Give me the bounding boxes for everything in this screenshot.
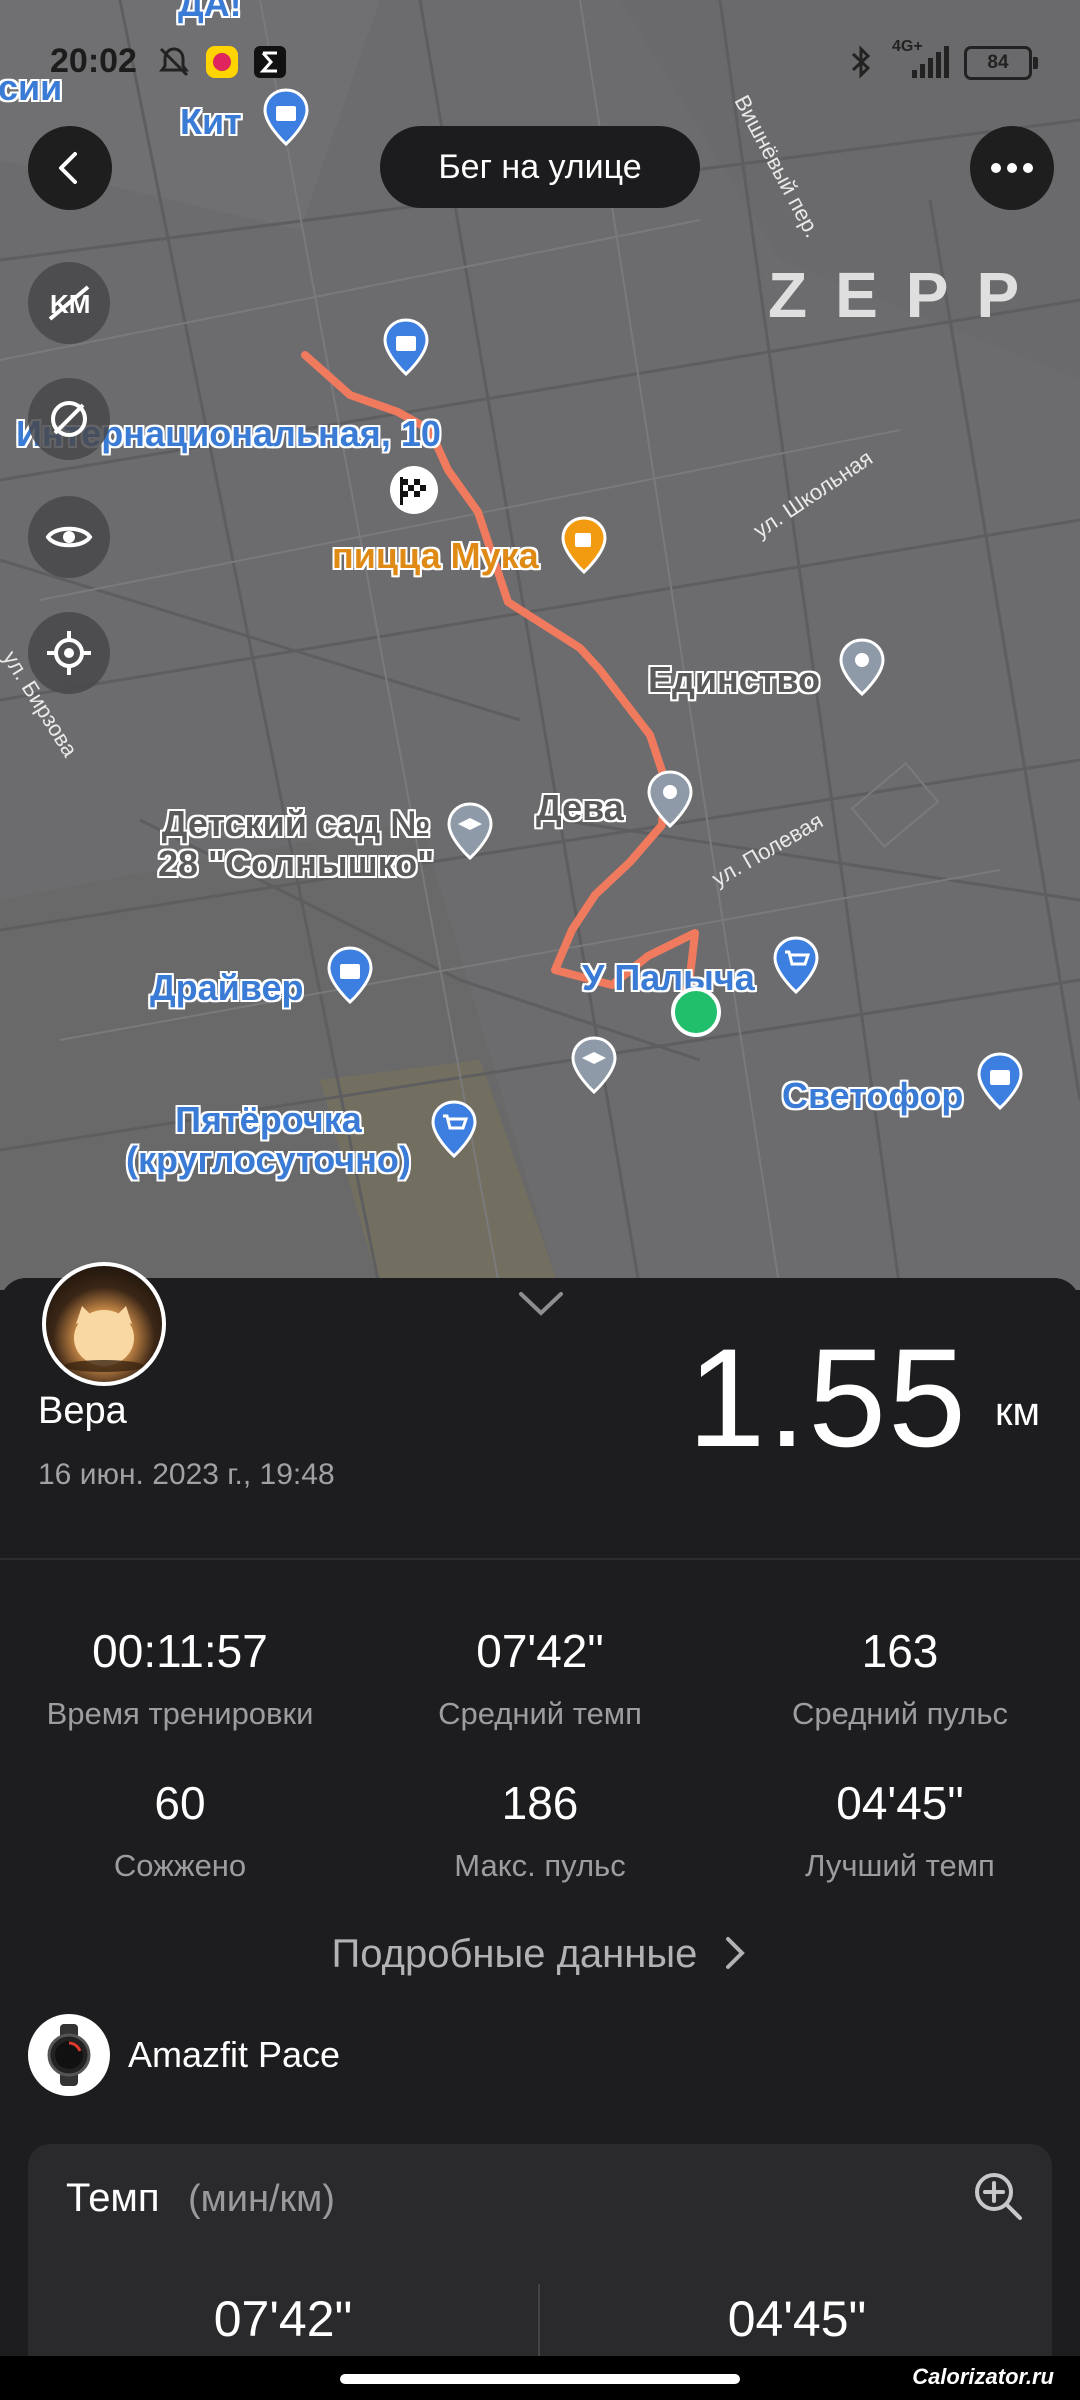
locate-icon	[47, 631, 91, 675]
music-app-icon	[206, 46, 238, 78]
cart-pin-icon	[773, 936, 819, 994]
avatar[interactable]	[42, 1262, 166, 1386]
workout-type-title: Бег на улице	[380, 126, 700, 208]
stat-value: 163	[861, 1625, 939, 1677]
poi-svetofor[interactable]: Светофор	[782, 1076, 963, 1116]
device-name: Amazfit Pace	[128, 2034, 341, 2075]
stat-value: 07'42"	[476, 1625, 604, 1677]
stat-avg-pace: 07'42" Средний темп	[360, 1624, 720, 1732]
divider	[0, 1558, 1080, 1560]
more-dots-icon	[991, 163, 1033, 173]
poi-kindergarten[interactable]: Детский сад № 28 "Солнышко"	[158, 804, 434, 884]
zepp-logo: ZEPP	[768, 259, 1048, 331]
battery-icon: 84	[964, 46, 1038, 80]
distance-value: 1.55	[687, 1319, 968, 1476]
shop-pin-icon	[977, 1052, 1023, 1110]
toggle-view-button[interactable]	[28, 496, 110, 578]
place-pin-icon	[647, 770, 693, 828]
stat-value: 00:11:57	[92, 1625, 268, 1677]
stat-value: 60	[154, 1777, 206, 1829]
cat-lamp-avatar-icon	[64, 1306, 144, 1372]
status-bar: 20:02 4G+ 84	[0, 34, 1080, 94]
collapse-chevron-icon[interactable]	[518, 1290, 564, 1318]
stat-label: Средний темп	[438, 1696, 642, 1731]
watch-face-icon	[47, 2024, 91, 2086]
device-watch-icon	[28, 2014, 110, 2096]
home-indicator[interactable]	[340, 2374, 740, 2384]
stat-value: 186	[501, 1777, 579, 1829]
route-map[interactable]: ДА! сии Кит Интернациональная, 10 пицца …	[0, 0, 1080, 1290]
map-label-top: ДА!	[178, 0, 242, 24]
zoom-in-icon[interactable]	[970, 2168, 1026, 2224]
cart-pin-icon	[431, 1100, 477, 1158]
start-flag-icon	[390, 466, 438, 514]
status-time: 20:02	[50, 42, 137, 80]
distance-unit: км	[995, 1390, 1040, 1434]
stat-max-heart-rate: 186 Макс. пульс	[360, 1776, 720, 1884]
shop-pin-icon	[327, 946, 373, 1004]
stat-label: Макс. пульс	[454, 1848, 626, 1883]
site-watermark: Calorizator.ru	[912, 2364, 1054, 2389]
toggle-route-button[interactable]	[28, 378, 110, 460]
poi-drayver[interactable]: Драйвер	[150, 968, 303, 1008]
stat-best-pace: 04'45" Лучший темп	[720, 1776, 1080, 1884]
back-button[interactable]	[28, 126, 112, 210]
user-name: Вера	[38, 1390, 127, 1432]
bell-muted-icon	[159, 47, 189, 77]
sigma-app-icon	[254, 46, 286, 78]
bluetooth-icon	[851, 45, 871, 79]
km-markers-hidden-icon: KM	[48, 285, 90, 321]
poi-kit[interactable]: Кит	[180, 102, 242, 142]
detailed-data-label: Подробные данные	[331, 1932, 698, 1976]
signal-icon	[912, 46, 949, 78]
poi-pizza-muka[interactable]: пицца Мука	[332, 536, 539, 576]
shop-pin-icon	[383, 318, 429, 376]
cafe-pin-icon	[561, 516, 607, 574]
hide-route-icon	[51, 401, 87, 437]
pace-best-value: 04'45"	[727, 2291, 867, 2347]
stat-label: Сожжено	[113, 1848, 247, 1883]
pace-average-value: 07'42"	[213, 2291, 353, 2347]
shop-pin-icon	[263, 88, 309, 146]
stat-avg-heart-rate: 163 Средний пульс	[720, 1624, 1080, 1732]
stat-label: Средний пульс	[792, 1696, 1008, 1731]
locate-button[interactable]	[28, 612, 110, 694]
place-pin-icon	[839, 638, 885, 696]
toggle-km-markers-button[interactable]: KM	[28, 262, 110, 344]
poi-edinstvo[interactable]: Единство	[648, 660, 820, 700]
school-pin-icon	[447, 802, 493, 860]
detailed-data-link[interactable]: Подробные данные	[0, 1932, 1080, 1977]
poi-u-palycha[interactable]: У Палыча	[582, 958, 755, 998]
stat-label: Время тренировки	[46, 1696, 314, 1731]
workout-date: 16 июн. 2023 г., 19:48	[38, 1458, 335, 1491]
poi-pyaterochka[interactable]: Пятёрочка (круглосуточно)	[126, 1100, 411, 1180]
eye-icon	[45, 526, 93, 548]
pace-title: Темп	[66, 2176, 160, 2220]
stat-calories: 60 Сожжено	[0, 1776, 360, 1884]
pace-unit: (мин/км)	[188, 2178, 335, 2220]
chevron-right-icon	[726, 1937, 746, 1969]
poi-deva[interactable]: Дева	[536, 788, 624, 828]
stat-label: Лучший темп	[805, 1848, 995, 1883]
back-arrow-icon	[59, 152, 77, 184]
stat-value: 04'45"	[836, 1777, 964, 1829]
end-marker-icon	[671, 987, 721, 1037]
school-pin-icon	[571, 1036, 617, 1094]
more-button[interactable]	[970, 126, 1054, 210]
stat-duration: 00:11:57 Время тренировки	[0, 1624, 360, 1732]
